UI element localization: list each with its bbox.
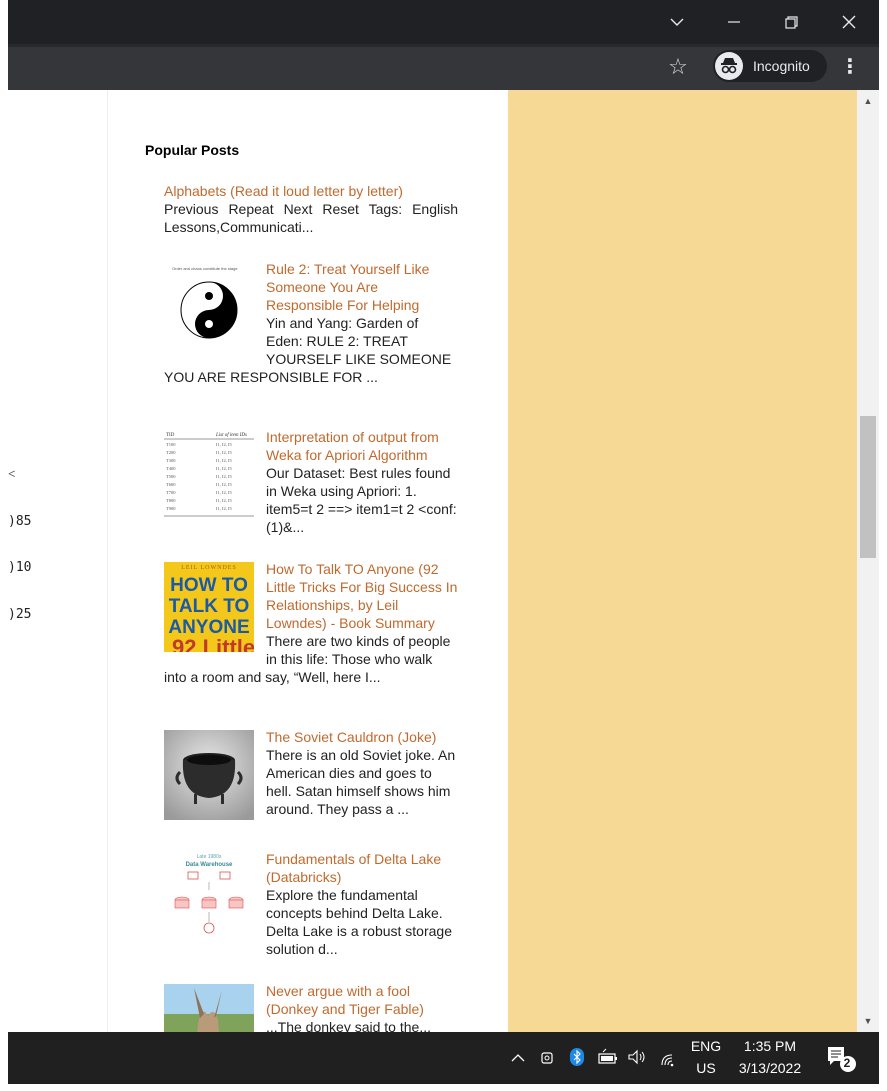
yin-yang-thumbnail[interactable]: Order and chaos constitute the stage xyxy=(164,262,254,352)
list-item: TID List of item IDs T100 I1, I2, I5 T200 I… xyxy=(164,428,458,536)
post-snippet: Previous Repeat Next Reset Tags: English… xyxy=(164,201,458,235)
list-item: Order and chaos constitute the stage Rul… xyxy=(164,260,458,386)
thumb-row-label: T200 xyxy=(166,450,176,455)
thumb-row-label: T300 xyxy=(166,458,176,463)
notifications-icon[interactable]: 2 xyxy=(823,1044,859,1074)
wifi-icon[interactable] xyxy=(658,1046,682,1068)
diagram-thumbnail[interactable]: Late 1980s Data Warehouse xyxy=(164,852,254,942)
meet-now-camera-icon[interactable] xyxy=(538,1046,558,1068)
web-page: ˂ )85 )10 )25 Popular Posts Alphabets (R… xyxy=(8,90,857,1032)
book-title-line: HOW TO xyxy=(170,575,248,596)
incognito-indicator[interactable]: Incognito xyxy=(713,50,827,82)
truncated-text: )25 xyxy=(8,607,32,622)
screen: { "browser": { "incognito_label": "Incog… xyxy=(0,0,887,1091)
restore-button[interactable] xyxy=(763,0,819,44)
scroll-up-arrow-icon[interactable]: ▲ xyxy=(857,90,879,112)
incognito-icon xyxy=(715,52,743,80)
bluetooth-icon[interactable] xyxy=(567,1046,587,1068)
truncated-text: ˂ xyxy=(8,467,16,482)
thumb-header: TID xyxy=(166,433,175,438)
widget-title: Popular Posts xyxy=(145,142,240,158)
list-item: The Soviet Cauldron (Joke) There is an o… xyxy=(164,728,458,820)
language-code[interactable]: ENG xyxy=(686,1038,726,1054)
windows-taskbar: ENG US 1:35 PM 3/13/2022 2 xyxy=(8,1032,879,1084)
list-item: Alphabets (Read it loud letter by letter… xyxy=(164,182,458,236)
battery-icon[interactable] xyxy=(596,1046,620,1068)
scrollbar-thumb[interactable] xyxy=(860,416,876,558)
vertical-scrollbar[interactable]: ▲ ▼ xyxy=(857,90,879,1032)
incognito-label: Incognito xyxy=(753,58,810,74)
diagram-caption: Data Warehouse xyxy=(186,862,233,868)
thumb-row-label: T500 xyxy=(166,474,176,479)
donkey-thumbnail[interactable] xyxy=(164,984,254,1032)
thumb-row-label: T400 xyxy=(166,466,176,471)
kebab-menu-icon[interactable]: ⋮ xyxy=(840,53,860,81)
thumb-header: List of item IDs xyxy=(215,433,247,438)
minimize-button[interactable] xyxy=(706,0,762,44)
thumb-row-label: T900 xyxy=(166,506,176,511)
truncated-text: )10 xyxy=(8,560,32,575)
list-item: LEIL LOWNDES HOW TO TALK TO ANYONE 92 Li… xyxy=(164,560,458,686)
table-thumbnail[interactable]: TID List of item IDs T100 I1, I2, I5 T200 I… xyxy=(164,430,254,520)
clock-date[interactable]: 3/13/2022 xyxy=(730,1060,810,1076)
book-subtitle: 92 Little xyxy=(172,635,254,652)
thumb-caption: Order and chaos constitute the stage xyxy=(172,266,238,271)
thumb-row-label: T800 xyxy=(166,498,176,503)
bookmark-star-icon[interactable]: ☆ xyxy=(666,55,690,79)
book-title-line: TALK TO xyxy=(169,596,250,617)
sidebar-background xyxy=(508,90,857,1032)
screen-bottom-edge xyxy=(0,1084,887,1091)
book-cover-thumbnail[interactable]: LEIL LOWNDES HOW TO TALK TO ANYONE 92 Li… xyxy=(164,562,254,652)
list-item: Never argue with a fool (Donkey and Tige… xyxy=(164,982,458,1032)
notification-count: 2 xyxy=(843,1056,851,1070)
truncated-text: )85 xyxy=(8,514,32,529)
cauldron-thumbnail[interactable] xyxy=(164,730,254,820)
thumb-row-label: T600 xyxy=(166,482,176,487)
thumb-row-label: T700 xyxy=(166,490,176,495)
scroll-down-arrow-icon[interactable]: ▼ xyxy=(857,1010,879,1032)
keyboard-region[interactable]: US xyxy=(686,1060,726,1076)
window-titlebar xyxy=(8,0,879,44)
show-hidden-icons-chevron-icon[interactable] xyxy=(508,1046,528,1068)
close-button[interactable] xyxy=(821,0,877,44)
thumb-row-label: T100 xyxy=(166,442,176,447)
post-title-link[interactable]: Alphabets (Read it loud letter by letter… xyxy=(164,182,458,200)
browser-toolbar: ☆ Incognito ⋮ xyxy=(8,44,879,90)
clock-time[interactable]: 1:35 PM xyxy=(730,1038,810,1054)
tab-search-chevron-icon[interactable] xyxy=(649,0,705,44)
diagram-caption: Late 1980s xyxy=(197,854,222,860)
popular-posts-widget: Popular Posts Alphabets (Read it loud le… xyxy=(145,142,465,1032)
book-author: LEIL LOWNDES xyxy=(181,565,237,571)
main-column-edge: ˂ )85 )10 )25 xyxy=(8,90,108,1032)
volume-icon[interactable] xyxy=(625,1046,649,1068)
list-item: Late 1980s Data Warehouse Fundamentals o… xyxy=(164,850,458,958)
